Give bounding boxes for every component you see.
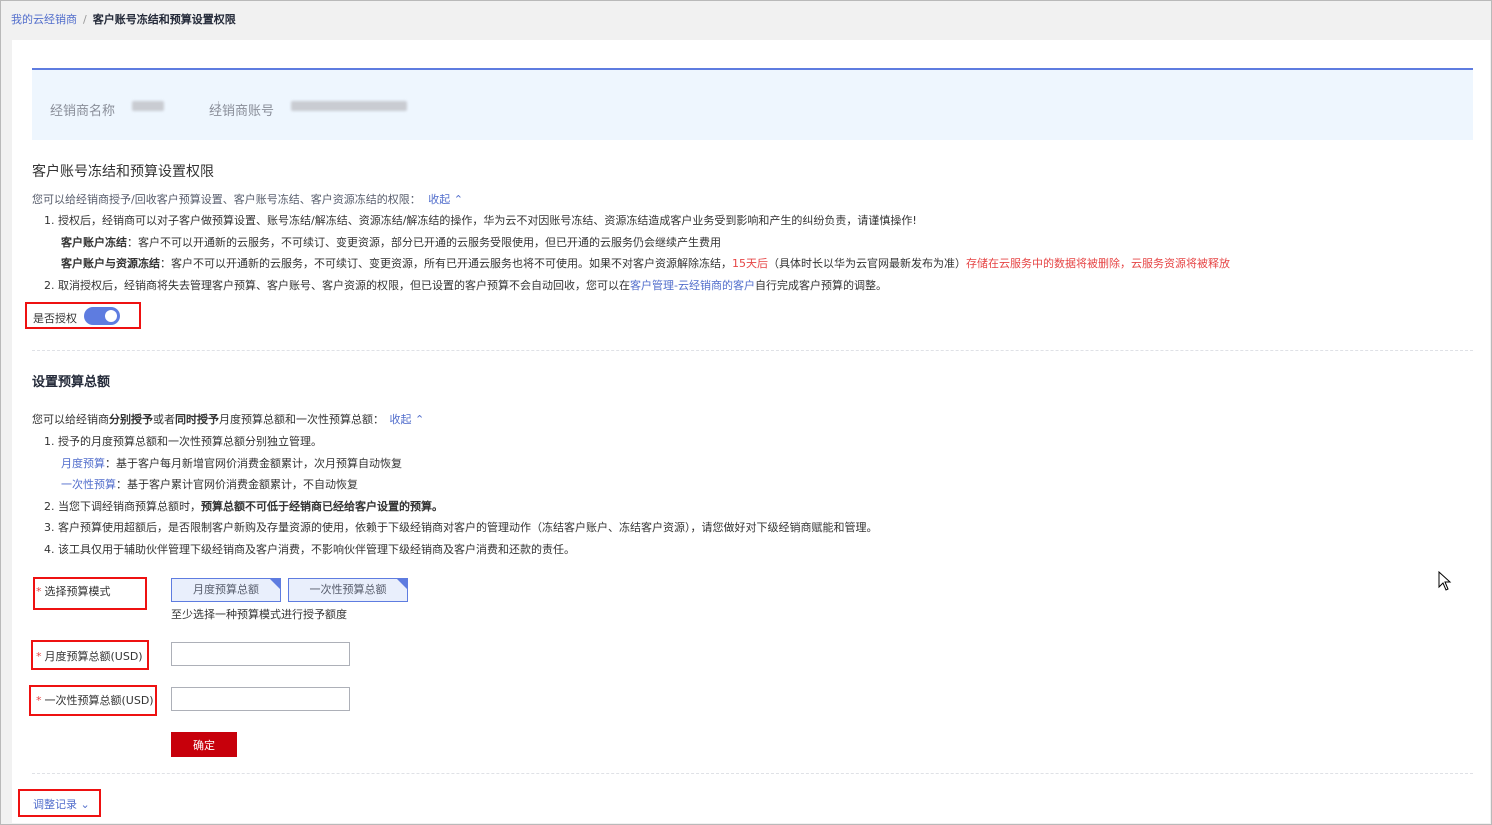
breadcrumb-parent-link[interactable]: 我的云经销商 — [11, 13, 77, 26]
breadcrumb: 我的云经销商 / 客户账号冻结和预算设置权限 — [11, 11, 236, 27]
required-mark: * — [36, 694, 42, 707]
budget-intro-b: 分别授予 — [109, 413, 153, 426]
chevron-up-icon: ⌃ — [453, 193, 463, 206]
budget-mode-label: * 选择预算模式 — [36, 583, 111, 599]
monthly-total-label: * 月度预算总额(USD) — [36, 648, 143, 664]
mode-option-monthly[interactable]: 月度预算总额 — [171, 578, 281, 602]
freeze-account-desc: ：客户不可以开通新的云服务，不可续订、变更资源，部分已开通的云服务受限使用，但已… — [127, 236, 721, 249]
budget-collapse-label: 收起 — [389, 413, 412, 426]
mode-option-onetime[interactable]: 一次性预算总额 — [288, 578, 408, 602]
freeze-account-line: 客户账户冻结：客户不可以开通新的云服务，不可续订、变更资源，部分已开通的云服务受… — [61, 234, 721, 250]
required-mark: * — [36, 650, 42, 663]
adjustment-history-label: 调整记录 — [33, 798, 77, 811]
budget-intro-c: 或者 — [153, 413, 175, 426]
freeze-warning: 存储在云服务中的数据将被删除，云服务资源将被释放 — [966, 257, 1230, 270]
freeze-item-2: 2. 取消授权后，经销商将失去管理客户预算、客户账号、客户资源的权限，但已设置的… — [44, 277, 887, 293]
freeze-days: 15天后 — [732, 257, 768, 270]
breadcrumb-current: 客户账号冻结和预算设置权限 — [92, 13, 236, 26]
freeze-intro-text: 您可以给经销商授予/回收客户预算设置、客户账号冻结、客户资源冻结的权限： — [32, 193, 421, 206]
budget-item-3: 3. 客户预算使用超额后，是否限制客户新购及存量资源的使用，依赖于下级经销商对客… — [44, 521, 878, 534]
onetime-budget-desc: ：基于客户累计官网价消费金额累计，不自动恢复 — [116, 478, 358, 491]
budget-mode-hint: 至少选择一种预算模式进行授予额度 — [171, 608, 347, 621]
switch-knob — [105, 310, 117, 322]
monthly-total-input[interactable] — [171, 642, 350, 666]
freeze-days-note: （具体时长以华为云官网最新发布为准） — [768, 257, 966, 270]
section-divider — [32, 773, 1473, 774]
selected-corner-icon — [270, 579, 280, 589]
onetime-budget-name: 一次性预算 — [61, 478, 116, 491]
freeze-resource-desc: ：客户不可以开通新的云服务，不可续订、变更资源，所有已开通云服务也将不可使用。如… — [160, 257, 732, 270]
confirm-button[interactable]: 确定 — [171, 732, 237, 757]
budget-intro-a: 您可以给经销商 — [32, 413, 109, 426]
budget-mode-label-text: 选择预算模式 — [44, 585, 111, 598]
budget-item-2-prefix: 2. 当您下调经销商预算总额时， — [44, 500, 201, 513]
freeze-item-2-suffix: 自行完成客户预算的调整。 — [754, 279, 887, 292]
dealer-name-label: 经销商名称 — [50, 104, 116, 119]
monthly-budget-name: 月度预算 — [61, 457, 105, 470]
freeze-item-1: 1. 授权后，经销商可以对子客户做预算设置、账号冻结/解冻结、资源冻结/解冻结的… — [44, 214, 917, 227]
dealer-name-value-redacted — [132, 101, 164, 111]
monthly-total-label-text: 月度预算总额(USD) — [44, 650, 143, 663]
authorize-label: 是否授权 — [33, 312, 77, 325]
selected-corner-icon — [397, 579, 407, 589]
freeze-resource-line: 客户账户与资源冻结：客户不可以开通新的云服务，不可续订、变更资源，所有已开通云服… — [61, 255, 1230, 271]
budget-item-2-bold: 预算总额不可低于经销商已经给客户设置的预算。 — [201, 500, 443, 513]
mode-option-onetime-label: 一次性预算总额 — [309, 583, 387, 596]
customer-management-link[interactable]: 客户管理-云经销商的客户 — [630, 279, 755, 292]
budget-intro-d: 同时授予 — [175, 413, 219, 426]
budget-item-1: 1. 授予的月度预算总额和一次性预算总额分别独立管理。 — [44, 435, 322, 448]
budget-intro-e: 月度预算总额和一次性预算总额： — [219, 413, 384, 426]
freeze-account-title: 客户账户冻结 — [61, 236, 127, 249]
onetime-total-label-text: 一次性预算总额(USD) — [44, 694, 154, 707]
adjustment-history-toggle[interactable]: 调整记录 ⌄ — [33, 796, 90, 812]
freeze-item-2-prefix: 2. 取消授权后，经销商将失去管理客户预算、客户账号、客户资源的权限，但已设置的… — [44, 279, 630, 292]
required-mark: * — [36, 585, 42, 598]
dealer-account-value-redacted — [291, 101, 407, 111]
onetime-total-input[interactable] — [171, 687, 350, 711]
chevron-down-icon: ⌄ — [80, 798, 90, 811]
budget-item-2: 2. 当您下调经销商预算总额时，预算总额不可低于经销商已经给客户设置的预算。 — [44, 498, 443, 514]
mode-option-monthly-label: 月度预算总额 — [193, 583, 259, 596]
freeze-collapse-toggle[interactable]: 收起 ⌃ — [428, 193, 463, 206]
freeze-resource-title: 客户账户与资源冻结 — [61, 257, 160, 270]
authorize-switch[interactable] — [84, 307, 120, 325]
monthly-budget-desc: ：基于客户每月新增官网价消费金额累计，次月预算自动恢复 — [105, 457, 402, 470]
freeze-section-title: 客户账号冻结和预算设置权限 — [32, 164, 214, 180]
authorize-highlight: 是否授权 — [25, 302, 141, 329]
budget-collapse-toggle[interactable]: 收起 ⌃ — [390, 413, 425, 426]
mouse-cursor-icon — [1438, 571, 1452, 591]
freeze-collapse-label: 收起 — [428, 193, 451, 206]
dealer-account-label: 经销商账号 — [209, 104, 275, 119]
budget-item-4: 4. 该工具仅用于辅助伙伴管理下级经销商及客户消费，不影响伙伴管理下级经销商及客… — [44, 543, 575, 556]
monthly-budget-line: 月度预算：基于客户每月新增官网价消费金额累计，次月预算自动恢复 — [61, 455, 402, 471]
breadcrumb-separator: / — [83, 13, 87, 26]
freeze-intro: 您可以给经销商授予/回收客户预算设置、客户账号冻结、客户资源冻结的权限： 收起 … — [32, 191, 463, 207]
onetime-budget-line: 一次性预算：基于客户累计官网价消费金额累计，不自动恢复 — [61, 476, 358, 492]
budget-section-title: 设置预算总额 — [32, 375, 111, 390]
section-divider — [32, 350, 1473, 351]
budget-intro: 您可以给经销商分别授予或者同时授予月度预算总额和一次性预算总额： 收起 ⌃ — [32, 411, 424, 427]
onetime-total-label: * 一次性预算总额(USD) — [36, 692, 154, 708]
chevron-up-icon: ⌃ — [415, 413, 425, 426]
dealer-info-banner: 经销商名称 经销商账号 — [32, 68, 1473, 140]
